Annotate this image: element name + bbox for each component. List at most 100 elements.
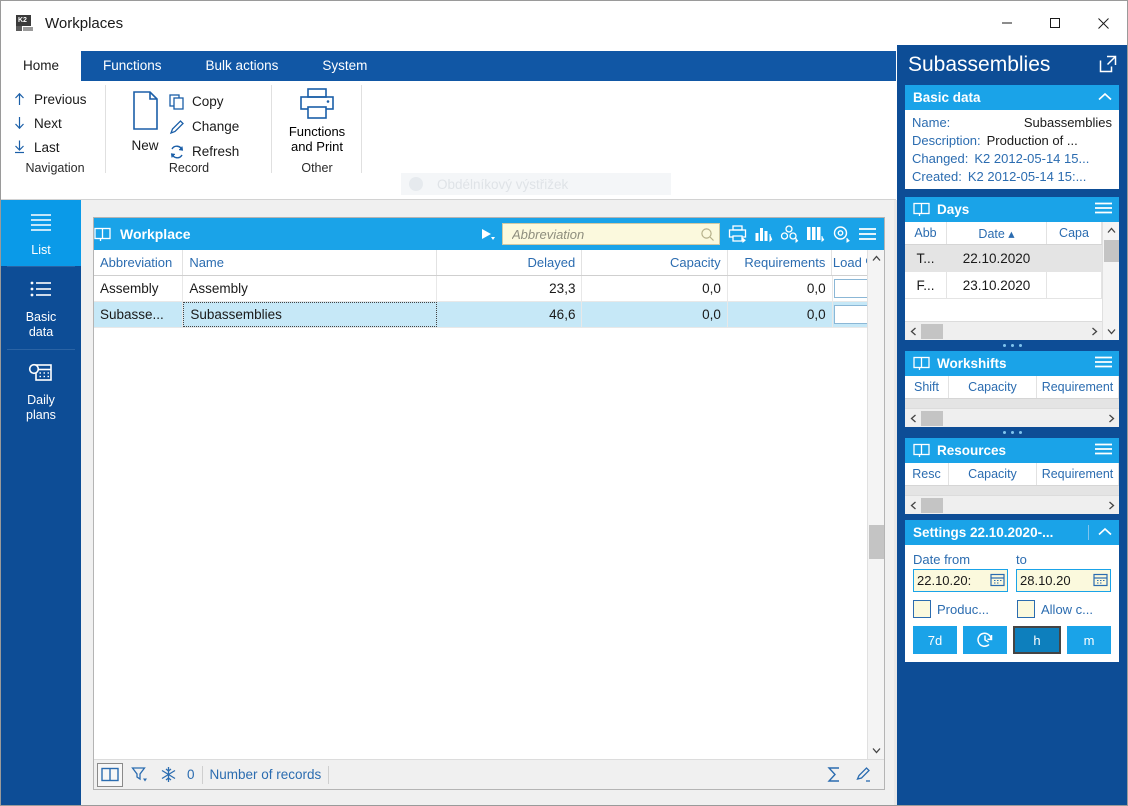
days-col-date[interactable]: Date ▴ (947, 222, 1047, 244)
scroll-down-button[interactable] (868, 742, 885, 759)
workshifts-col-capacity[interactable]: Capacity (949, 376, 1037, 398)
basic-data-header[interactable]: Basic data (905, 85, 1119, 110)
section-days: Days Abb Date ▴ Capa T... 22.10.2020 F..… (905, 197, 1119, 340)
chevron-up-icon[interactable] (1088, 525, 1113, 540)
calendar-icon[interactable] (990, 572, 1005, 590)
resources-hscrollbar[interactable] (905, 495, 1119, 514)
workshifts-hscroll-left[interactable] (905, 410, 921, 427)
section-workshifts: Workshifts Shift Capacity Requirement (905, 351, 1119, 427)
days-row[interactable]: F... 23.10.2020 (905, 272, 1102, 299)
resources-hscroll-thumb[interactable] (921, 497, 943, 513)
copy-button[interactable]: Copy (169, 89, 239, 114)
scroll-up-button[interactable] (868, 250, 885, 267)
book-open-icon[interactable] (97, 762, 123, 787)
days-col-capacity[interactable]: Capa (1047, 222, 1102, 244)
search-box[interactable] (502, 223, 720, 245)
right-panel-header: Subassemblies (897, 45, 1127, 85)
pencil-icon (169, 119, 184, 134)
days-hscroll-right[interactable] (1086, 323, 1102, 340)
table-row[interactable]: Subasse... Subassemblies 46,6 0,0 0,0 0 (94, 302, 884, 328)
snowflake-icon[interactable] (155, 763, 181, 787)
workshifts-hscrollbar[interactable] (905, 408, 1119, 427)
minimize-button[interactable] (983, 1, 1031, 45)
tab-bulk-actions[interactable]: Bulk actions (184, 51, 301, 81)
days-hscrollbar[interactable] (905, 321, 1102, 340)
button-m[interactable]: m (1067, 626, 1111, 654)
calendar-icon[interactable] (1093, 572, 1108, 590)
gear-icon[interactable] (832, 225, 851, 243)
resources-header[interactable]: Resources (905, 438, 1119, 463)
column-header-capacity[interactable]: Capacity (582, 250, 728, 275)
column-header-abbreviation[interactable]: Abbreviation (94, 250, 184, 275)
resources-col-requirement[interactable]: Requirement (1037, 463, 1119, 485)
days-header[interactable]: Days (905, 197, 1119, 222)
previous-button[interactable]: Previous (5, 87, 87, 111)
settings-header[interactable]: Settings 22.10.2020-... (905, 520, 1119, 545)
button-clock-refresh[interactable] (963, 626, 1007, 654)
days-row[interactable]: T... 22.10.2020 (905, 245, 1102, 272)
scroll-thumb[interactable] (869, 525, 884, 559)
days-hscroll-thumb[interactable] (921, 323, 943, 339)
resources-hscroll-right[interactable] (1103, 497, 1119, 514)
print-icon[interactable] (728, 225, 747, 243)
chevron-up-icon[interactable] (1097, 90, 1113, 105)
hamburger-icon[interactable] (1094, 355, 1113, 372)
date-from-field[interactable]: 22.10.20: (913, 569, 1008, 592)
resources-col-capacity[interactable]: Capacity (949, 463, 1037, 485)
workshifts-header[interactable]: Workshifts (905, 351, 1119, 376)
workshifts-col-shift[interactable]: Shift (905, 376, 949, 398)
tab-home[interactable]: Home (1, 51, 82, 81)
close-button[interactable] (1079, 1, 1127, 45)
tab-system[interactable]: System (300, 51, 389, 81)
days-vscroll-up[interactable] (1103, 222, 1120, 239)
days-vscroll-thumb[interactable] (1104, 240, 1119, 262)
hamburger-icon[interactable] (858, 226, 877, 242)
sidebar-item-daily-plans[interactable]: Daily plans (1, 350, 81, 432)
date-to-value: 28.10.20 (1020, 573, 1071, 588)
button-7d[interactable]: 7d (913, 626, 957, 654)
checkbox-allow-box[interactable] (1017, 600, 1035, 618)
column-header-delayed[interactable]: Delayed (437, 250, 583, 275)
days-hscroll-left[interactable] (905, 323, 921, 340)
pencil-edit-icon[interactable] (850, 763, 876, 787)
date-to-field[interactable]: 28.10.20 (1016, 569, 1111, 592)
table-row[interactable]: Assembly Assembly 23,3 0,0 0,0 0 (94, 276, 885, 302)
search-input[interactable] (510, 224, 695, 244)
grid-play-button[interactable] (480, 227, 496, 241)
next-button[interactable]: Next (5, 111, 87, 135)
functions-and-print-button[interactable]: Functions and Print (273, 87, 361, 154)
column-header-requirements[interactable]: Requirements (728, 250, 833, 275)
resources-col-resource[interactable]: Resc (905, 463, 949, 485)
drag-handle-2[interactable] (897, 427, 1127, 438)
days-col-abb[interactable]: Abb (905, 222, 947, 244)
days-vscroll-down[interactable] (1103, 323, 1120, 340)
resources-hscroll-left[interactable] (905, 497, 921, 514)
drag-handle-1[interactable] (897, 340, 1127, 351)
filter-icon[interactable] (126, 763, 152, 787)
workshifts-col-requirement[interactable]: Requirement (1037, 376, 1119, 398)
days-vscrollbar[interactable] (1102, 222, 1119, 340)
checkbox-production[interactable]: Produc... (913, 600, 1007, 618)
columns-icon[interactable] (806, 225, 825, 243)
sigma-icon[interactable] (821, 763, 847, 787)
change-button[interactable]: Change (169, 114, 239, 139)
ribbon-divider-1 (105, 85, 106, 173)
sidebar-item-basic-data[interactable]: Basic data (1, 267, 81, 349)
hamburger-icon[interactable] (1094, 442, 1113, 459)
tab-functions[interactable]: Functions (81, 51, 184, 81)
column-header-name[interactable]: Name (183, 250, 437, 275)
grid-vertical-scrollbar[interactable] (867, 250, 884, 759)
workshifts-hscroll-right[interactable] (1103, 410, 1119, 427)
hamburger-icon[interactable] (1094, 201, 1113, 218)
chart-icon[interactable] (754, 225, 773, 243)
new-button[interactable]: New (115, 89, 175, 153)
workshifts-hscroll-thumb[interactable] (921, 410, 943, 426)
popout-button[interactable] (1099, 55, 1117, 76)
sidebar-item-list[interactable]: List (1, 200, 81, 266)
last-button[interactable]: Last (5, 135, 87, 159)
button-h[interactable]: h (1013, 626, 1061, 654)
checkbox-allow[interactable]: Allow c... (1017, 600, 1111, 618)
checkbox-production-box[interactable] (913, 600, 931, 618)
maximize-button[interactable] (1031, 1, 1079, 45)
cube-group-icon[interactable] (780, 225, 799, 243)
